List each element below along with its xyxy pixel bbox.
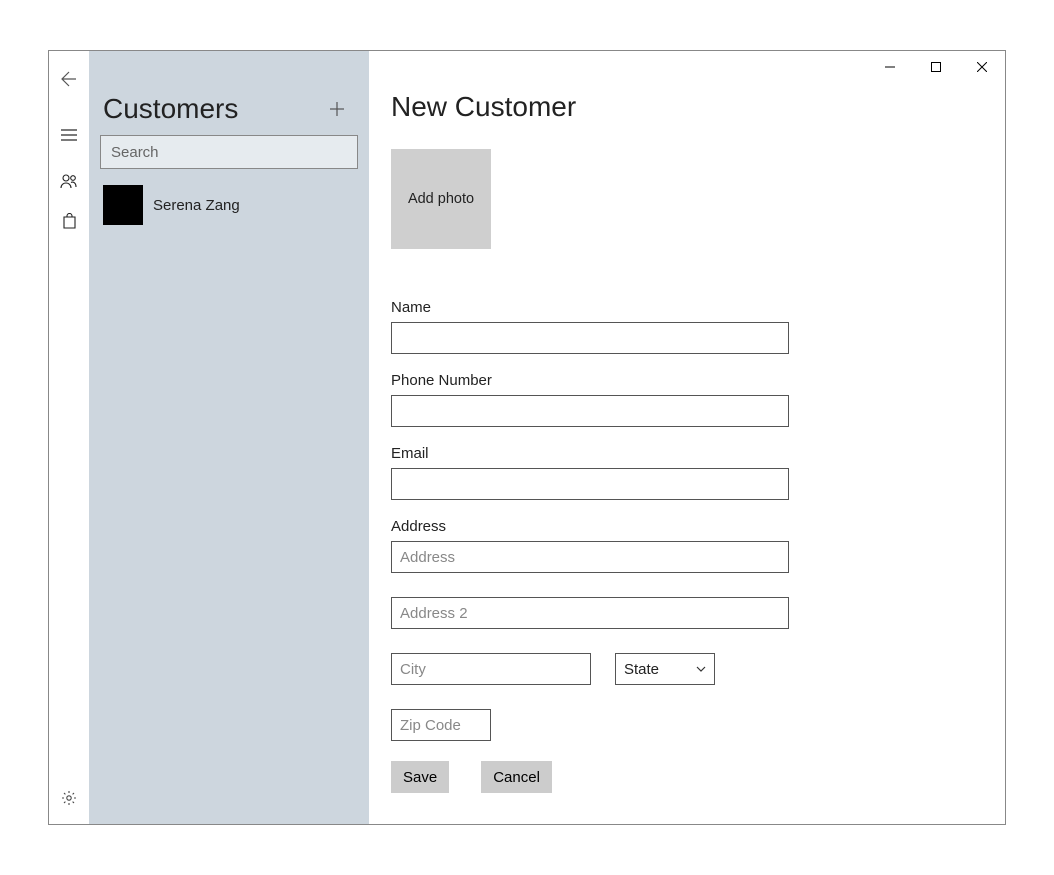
maximize-button[interactable] xyxy=(913,51,959,83)
plus-icon xyxy=(329,101,345,117)
field-label: Name xyxy=(391,299,977,316)
menu-button[interactable] xyxy=(49,115,89,155)
field-name: Name xyxy=(391,299,977,354)
address-line2-input[interactable] xyxy=(391,597,789,629)
close-button[interactable] xyxy=(959,51,1005,83)
add-photo-label: Add photo xyxy=(408,191,474,207)
add-photo-button[interactable]: Add photo xyxy=(391,149,491,249)
nav-rail xyxy=(49,51,89,824)
maximize-icon xyxy=(931,62,941,72)
customer-list: Serena Zang xyxy=(89,181,369,229)
list-item[interactable]: Serena Zang xyxy=(89,181,369,229)
minimize-icon xyxy=(885,62,895,72)
address-line1-input[interactable] xyxy=(391,541,789,573)
city-input[interactable] xyxy=(391,653,591,685)
close-icon xyxy=(977,62,987,72)
sidebar-header: Customers xyxy=(89,91,369,135)
nav-settings[interactable] xyxy=(49,778,89,818)
field-label: Email xyxy=(391,445,977,462)
state-select-label: State xyxy=(624,661,659,678)
sidebar-title: Customers xyxy=(103,93,238,125)
gear-icon xyxy=(61,790,77,806)
search-input[interactable] xyxy=(100,135,358,169)
cancel-button[interactable]: Cancel xyxy=(481,761,552,793)
nav-orders[interactable] xyxy=(49,201,89,241)
back-arrow-icon xyxy=(61,71,77,87)
field-email: Email xyxy=(391,445,977,500)
people-icon xyxy=(60,173,78,189)
field-phone: Phone Number xyxy=(391,372,977,427)
add-customer-button[interactable] xyxy=(319,91,355,127)
customer-list-panel: Customers Serena Zang xyxy=(89,51,369,824)
nav-customers[interactable] xyxy=(49,161,89,201)
form-actions: Save Cancel xyxy=(391,761,977,793)
shopping-bag-icon xyxy=(62,213,77,229)
window-controls xyxy=(867,51,1005,83)
hamburger-icon xyxy=(61,129,77,141)
search-box xyxy=(100,135,358,169)
zip-input[interactable] xyxy=(391,709,491,741)
email-input[interactable] xyxy=(391,468,789,500)
name-input[interactable] xyxy=(391,322,789,354)
page-title: New Customer xyxy=(391,91,977,123)
field-label: Address xyxy=(391,518,977,535)
app-window: Customers Serena Zang New Customer Add p… xyxy=(48,50,1006,825)
save-button[interactable]: Save xyxy=(391,761,449,793)
chevron-down-icon xyxy=(696,666,706,672)
field-label: Phone Number xyxy=(391,372,977,389)
customer-name: Serena Zang xyxy=(153,197,240,214)
state-select[interactable]: State xyxy=(615,653,715,685)
avatar xyxy=(103,185,143,225)
field-address: Address State xyxy=(391,518,977,741)
phone-input[interactable] xyxy=(391,395,789,427)
minimize-button[interactable] xyxy=(867,51,913,83)
back-button[interactable] xyxy=(49,59,89,99)
detail-pane: New Customer Add photo Name Phone Number… xyxy=(369,51,1005,824)
